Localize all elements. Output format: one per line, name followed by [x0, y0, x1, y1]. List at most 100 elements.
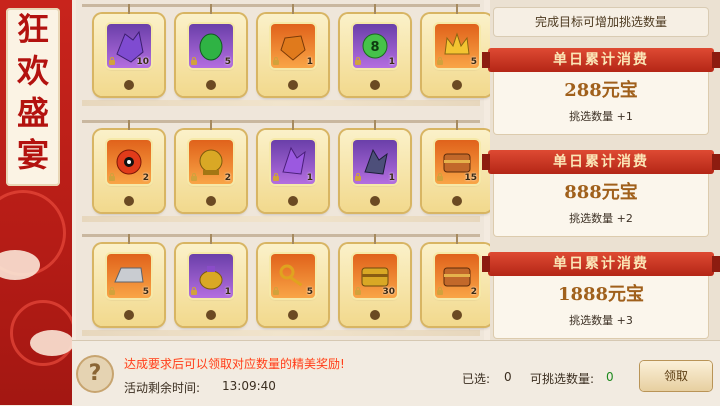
item-slot: 5 [189, 24, 233, 68]
reward-card[interactable]: 30 [340, 234, 410, 326]
select-indicator[interactable] [288, 196, 298, 206]
select-indicator[interactable] [370, 196, 380, 206]
card-hook [128, 234, 130, 244]
item-count: 10 [136, 57, 149, 67]
reward-card[interactable]: 1 [340, 120, 410, 212]
lock-icon [355, 173, 361, 181]
item-slot: 2 [435, 254, 479, 298]
select-indicator[interactable] [370, 80, 380, 90]
item-count: 1 [388, 173, 395, 183]
card-hook [456, 120, 458, 130]
pickable-count: 0 [606, 370, 614, 384]
tier-title: 单日累计消费 [482, 252, 720, 276]
reward-card[interactable]: 5 [94, 234, 164, 326]
event-title-char: 欢 [16, 52, 49, 90]
select-indicator[interactable] [206, 196, 216, 206]
svg-text:8: 8 [370, 40, 379, 55]
reward-card[interactable]: 1 [258, 4, 328, 96]
lock-icon [355, 57, 361, 65]
select-indicator[interactable] [124, 310, 134, 320]
lock-icon [355, 287, 361, 295]
reward-card[interactable]: 1 [258, 120, 328, 212]
item-slot: 5 [435, 24, 479, 68]
cloud-decoration [0, 250, 40, 280]
card-hook [456, 4, 458, 14]
item-count: 5 [142, 287, 149, 297]
row-shelf [82, 216, 480, 222]
card-hook [210, 120, 212, 130]
reward-card[interactable]: 81 [340, 4, 410, 96]
row-rail [82, 4, 480, 7]
card-hook [210, 4, 212, 14]
card-hook [292, 4, 294, 14]
reward-card[interactable]: 5 [258, 234, 328, 326]
select-indicator[interactable] [370, 310, 380, 320]
select-indicator[interactable] [452, 80, 462, 90]
select-indicator[interactable] [124, 196, 134, 206]
card-hook [128, 4, 130, 14]
lock-icon [109, 57, 115, 65]
cloud-decoration [30, 330, 72, 356]
tier-bonus: 挑选数量 +3 [569, 314, 633, 327]
lock-icon [109, 173, 115, 181]
timer-label: 活动剩余时间: [124, 381, 201, 395]
green-orb-icon: 8 [362, 33, 388, 59]
lock-icon [273, 57, 279, 65]
lock-icon [109, 287, 115, 295]
card-hook [210, 234, 212, 244]
select-indicator[interactable] [288, 310, 298, 320]
item-slot: 15 [435, 140, 479, 184]
card-hook [456, 234, 458, 244]
item-count: 1 [306, 173, 313, 183]
item-slot: 10 [107, 24, 151, 68]
card-hook [374, 120, 376, 130]
row-shelf [82, 330, 480, 336]
goal-hint: 完成目标可增加挑选数量 [494, 8, 708, 36]
item-count: 2 [224, 173, 231, 183]
fire-orb-icon [116, 149, 142, 175]
reward-card[interactable]: 2 [176, 120, 246, 212]
bottom-bar: ? 达成要求后可以领取对应数量的精美奖励! 活动剩余时间: 13:09:40 已… [72, 340, 720, 406]
lock-icon [191, 173, 197, 181]
claim-button[interactable]: 领取 [640, 361, 712, 391]
item-count: 2 [142, 173, 149, 183]
tier-amount: 288元宝 [564, 80, 638, 101]
event-banner: 狂 欢 盛 宴 [0, 0, 72, 405]
item-slot: 2 [189, 140, 233, 184]
item-slot: 1 [353, 140, 397, 184]
select-indicator[interactable] [124, 80, 134, 90]
event-title-scroll: 狂 欢 盛 宴 [6, 8, 60, 186]
reward-card[interactable]: 5 [176, 4, 246, 96]
card-hook [292, 234, 294, 244]
violet-crystal-icon [282, 146, 306, 175]
select-indicator[interactable] [452, 310, 462, 320]
silver-ingot-icon [114, 267, 144, 283]
item-slot: 2 [107, 140, 151, 184]
timer-value: 13:09:40 [222, 379, 276, 393]
reward-card[interactable]: 10 [94, 4, 164, 96]
reward-card[interactable]: 1 [176, 234, 246, 326]
item-slot: 81 [353, 24, 397, 68]
item-slot: 5 [107, 254, 151, 298]
select-indicator[interactable] [452, 196, 462, 206]
select-indicator[interactable] [206, 310, 216, 320]
select-indicator[interactable] [206, 80, 216, 90]
row-shelf [82, 100, 480, 106]
treasure-chest-icon [443, 267, 471, 287]
item-slot: 5 [271, 254, 315, 298]
reward-card[interactable]: 2 [94, 120, 164, 212]
help-icon[interactable]: ? [78, 357, 112, 391]
gold-crown-icon [444, 32, 470, 55]
pickable-label: 可挑选数量: [530, 372, 595, 386]
lock-icon [191, 57, 197, 65]
item-slot: 1 [271, 140, 315, 184]
green-jade-icon [199, 33, 223, 61]
select-indicator[interactable] [288, 80, 298, 90]
reward-card[interactable]: 15 [422, 120, 492, 212]
goal-panel: 完成目标可增加挑选数量 单日累计消费 288元宝 挑选数量 +1 单日累计消费 … [482, 0, 720, 340]
item-count: 2 [470, 287, 477, 297]
selected-label: 已选: [462, 372, 491, 386]
card-hook [292, 120, 294, 130]
card-hook [128, 120, 130, 130]
item-count: 5 [470, 57, 477, 67]
